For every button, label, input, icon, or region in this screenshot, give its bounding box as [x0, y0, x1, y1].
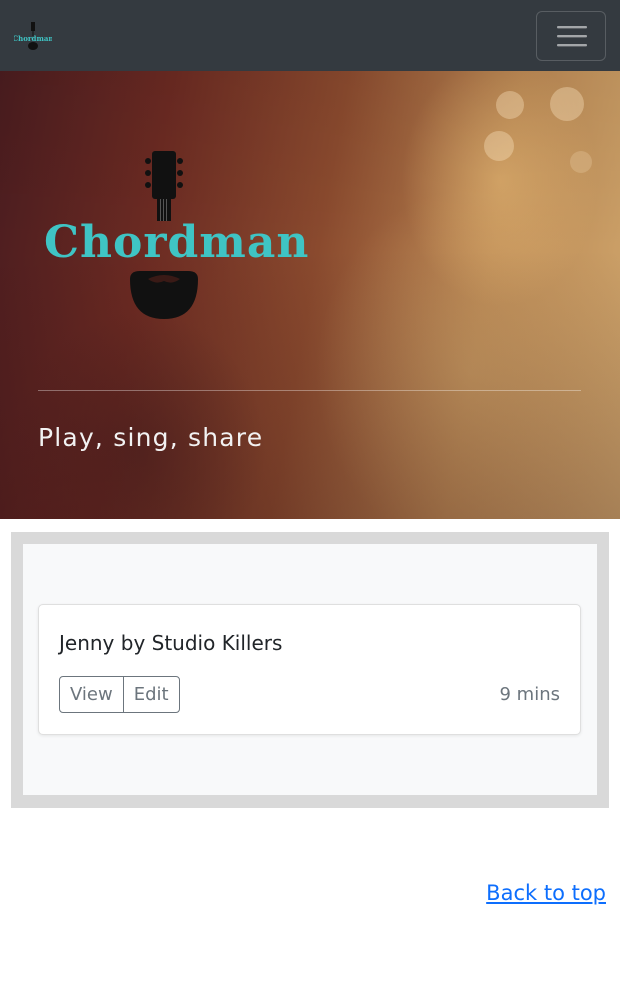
- song-action-buttons: View Edit: [59, 676, 180, 713]
- menu-toggle-button[interactable]: [536, 11, 606, 61]
- chordman-logo-icon: Chordman: [13, 22, 53, 50]
- hamburger-menu-icon: [557, 26, 587, 47]
- svg-text:Chordman: Chordman: [14, 34, 52, 43]
- hero-banner: Chordman Play, sing, share: [0, 71, 620, 519]
- top-navbar: Chordman: [0, 0, 620, 71]
- hero-logo-text: Chordman: [44, 217, 310, 268]
- hero-divider: [38, 390, 581, 391]
- hero-logo: Chordman: [44, 147, 310, 325]
- view-button[interactable]: View: [60, 677, 123, 712]
- hero-tagline: Play, sing, share: [38, 423, 264, 452]
- song-list-container: Jenny by Studio Killers View Edit 9 mins: [11, 532, 609, 808]
- song-card: Jenny by Studio Killers View Edit 9 mins: [38, 604, 581, 735]
- brand-logo[interactable]: Chordman: [13, 22, 53, 50]
- song-list-panel: Jenny by Studio Killers View Edit 9 mins: [23, 544, 597, 795]
- back-to-top-link[interactable]: Back to top: [486, 881, 606, 905]
- song-duration: 9 mins: [499, 684, 561, 705]
- song-title: Jenny by Studio Killers: [59, 631, 283, 655]
- edit-button[interactable]: Edit: [122, 677, 179, 712]
